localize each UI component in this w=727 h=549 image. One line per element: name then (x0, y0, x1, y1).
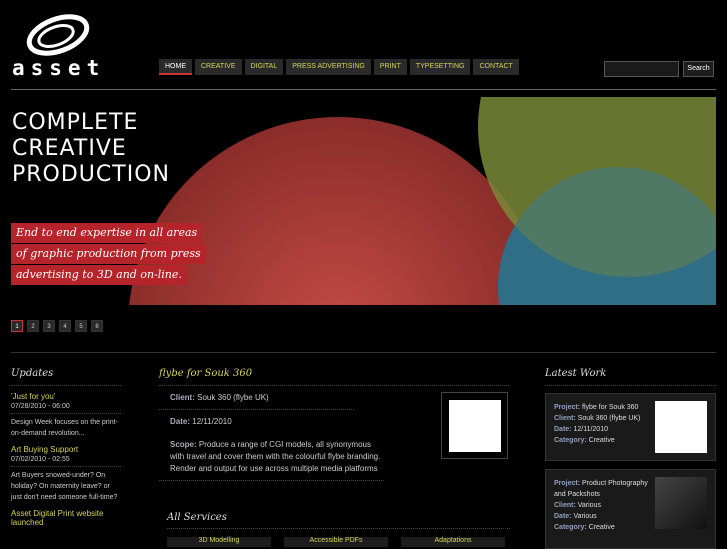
services-section: All Services (167, 512, 510, 529)
search-button[interactable]: Search (683, 61, 714, 77)
slide-pager: 1 2 3 4 5 6 (11, 320, 103, 332)
update-text: Art Buyers snowed-under? On holiday? On … (11, 472, 118, 501)
project-title: flybe for Souk 360 (159, 368, 509, 386)
label: Category: (554, 524, 587, 531)
main-nav: HOME CREATIVE DIGITAL PRESS ADVERTISING … (159, 59, 519, 75)
nav-typesetting[interactable]: TYPESETTING (409, 59, 471, 75)
slide-page-5[interactable]: 5 (75, 320, 87, 332)
client-label: Client: (170, 393, 195, 402)
hero-title-line: PRODUCTION (12, 162, 170, 187)
slide-page-4[interactable]: 4 (59, 320, 71, 332)
nav-home[interactable]: HOME (159, 59, 192, 75)
value: Creative (588, 437, 615, 444)
deckchair-thumbnail (655, 401, 707, 453)
card-project: Project: flybe for Souk 360 (554, 402, 649, 413)
project-scope: Scope: Produce a range of CGI models, al… (159, 433, 384, 481)
header-divider (11, 89, 716, 90)
date-label: Date: (170, 417, 191, 426)
card-client: Client: Various (554, 500, 649, 511)
latest-work-heading: Latest Work (545, 368, 716, 386)
hero-tagline: End to end expertise in all areas of gra… (11, 223, 206, 286)
label: Date: (554, 513, 572, 520)
service-adaptations[interactable]: Adaptations (401, 537, 505, 547)
services-list: 3D Modelling Accessible PDFs Adaptations (167, 537, 505, 547)
services-heading: All Services (167, 512, 510, 529)
update-text: Design Week focuses on the print-on-dema… (11, 419, 118, 437)
tagline-line: End to end expertise in all areas (11, 223, 203, 243)
latest-work-column: Latest Work (545, 368, 716, 386)
update-date: 07/02/2010 - 02:55 (11, 454, 121, 467)
label: Date: (554, 426, 572, 433)
project-client: Client: Souk 360 (flybe UK) (159, 386, 354, 410)
card-date: Date: Various (554, 511, 649, 522)
nav-digital[interactable]: DIGITAL (244, 59, 284, 75)
label: Category: (554, 437, 587, 444)
card-date: Date: 12/11/2010 (554, 424, 649, 435)
deckchair-image (449, 400, 501, 452)
search-input[interactable] (604, 61, 679, 77)
scope-label: Scope: (170, 440, 197, 449)
label: Client: (554, 415, 576, 422)
label: Project: (554, 404, 581, 411)
value: Various (573, 513, 597, 520)
card-client: Client: Souk 360 (flybe UK) (554, 413, 649, 424)
updates-heading: Updates (11, 368, 121, 386)
card-category: Category: Creative (554, 522, 649, 533)
hero-title-line: CREATIVE (12, 136, 127, 161)
card-project: Project: Product Photography and Packsho… (554, 478, 649, 500)
phone-thumbnail (655, 477, 707, 529)
update-title-link[interactable]: Asset Digital Print website launched (11, 509, 121, 527)
value: flybe for Souk 360 (582, 404, 639, 411)
card-category: Category: Creative (554, 435, 649, 446)
slide-page-2[interactable]: 2 (27, 320, 39, 332)
hero-title: COMPLETE CREATIVE PRODUCTION (12, 110, 170, 188)
logo-swoosh-icon[interactable] (26, 14, 90, 56)
client-value: Souk 360 (flybe UK) (197, 393, 269, 402)
value: Souk 360 (flybe UK) (577, 415, 641, 422)
update-date: 07/28/2010 - 06:00 (11, 401, 121, 414)
update-title-link[interactable]: 'Just for you' (11, 392, 121, 401)
label: Client: (554, 502, 576, 509)
value: Various (577, 502, 601, 509)
logo-text[interactable]: asset (12, 56, 105, 80)
value: 12/11/2010 (573, 426, 608, 433)
update-title-link[interactable]: Art Buying Support (11, 445, 121, 454)
nav-print[interactable]: PRINT (373, 59, 407, 75)
tagline-line: advertising to 3D and on-line. (11, 265, 187, 285)
project-thumbnail[interactable] (441, 392, 508, 459)
service-accessible-pdfs[interactable]: Accessible PDFs (284, 537, 388, 547)
latest-work-card[interactable]: Project: flybe for Souk 360 Client: Souk… (545, 393, 716, 461)
updates-column: Updates 'Just for you' 07/28/2010 - 06:0… (11, 368, 121, 527)
tagline-line: of graphic production from press (11, 244, 206, 264)
slide-page-1[interactable]: 1 (11, 320, 23, 332)
value: Creative (588, 524, 615, 531)
slide-page-6[interactable]: 6 (91, 320, 103, 332)
hero-title-line: COMPLETE (12, 110, 139, 135)
nav-press-advertising[interactable]: PRESS ADVERTISING (286, 59, 371, 75)
content-divider (11, 352, 716, 353)
scope-value: Produce a range of CGI models, all synon… (170, 440, 381, 473)
date-value: 12/11/2010 (192, 417, 232, 426)
nav-creative[interactable]: CREATIVE (195, 59, 242, 75)
service-3d-modelling[interactable]: 3D Modelling (167, 537, 271, 547)
nav-contact[interactable]: CONTACT (473, 59, 519, 75)
latest-work-card[interactable]: Project: Product Photography and Packsho… (545, 469, 716, 549)
label: Project: (554, 480, 581, 487)
slide-page-3[interactable]: 3 (43, 320, 55, 332)
